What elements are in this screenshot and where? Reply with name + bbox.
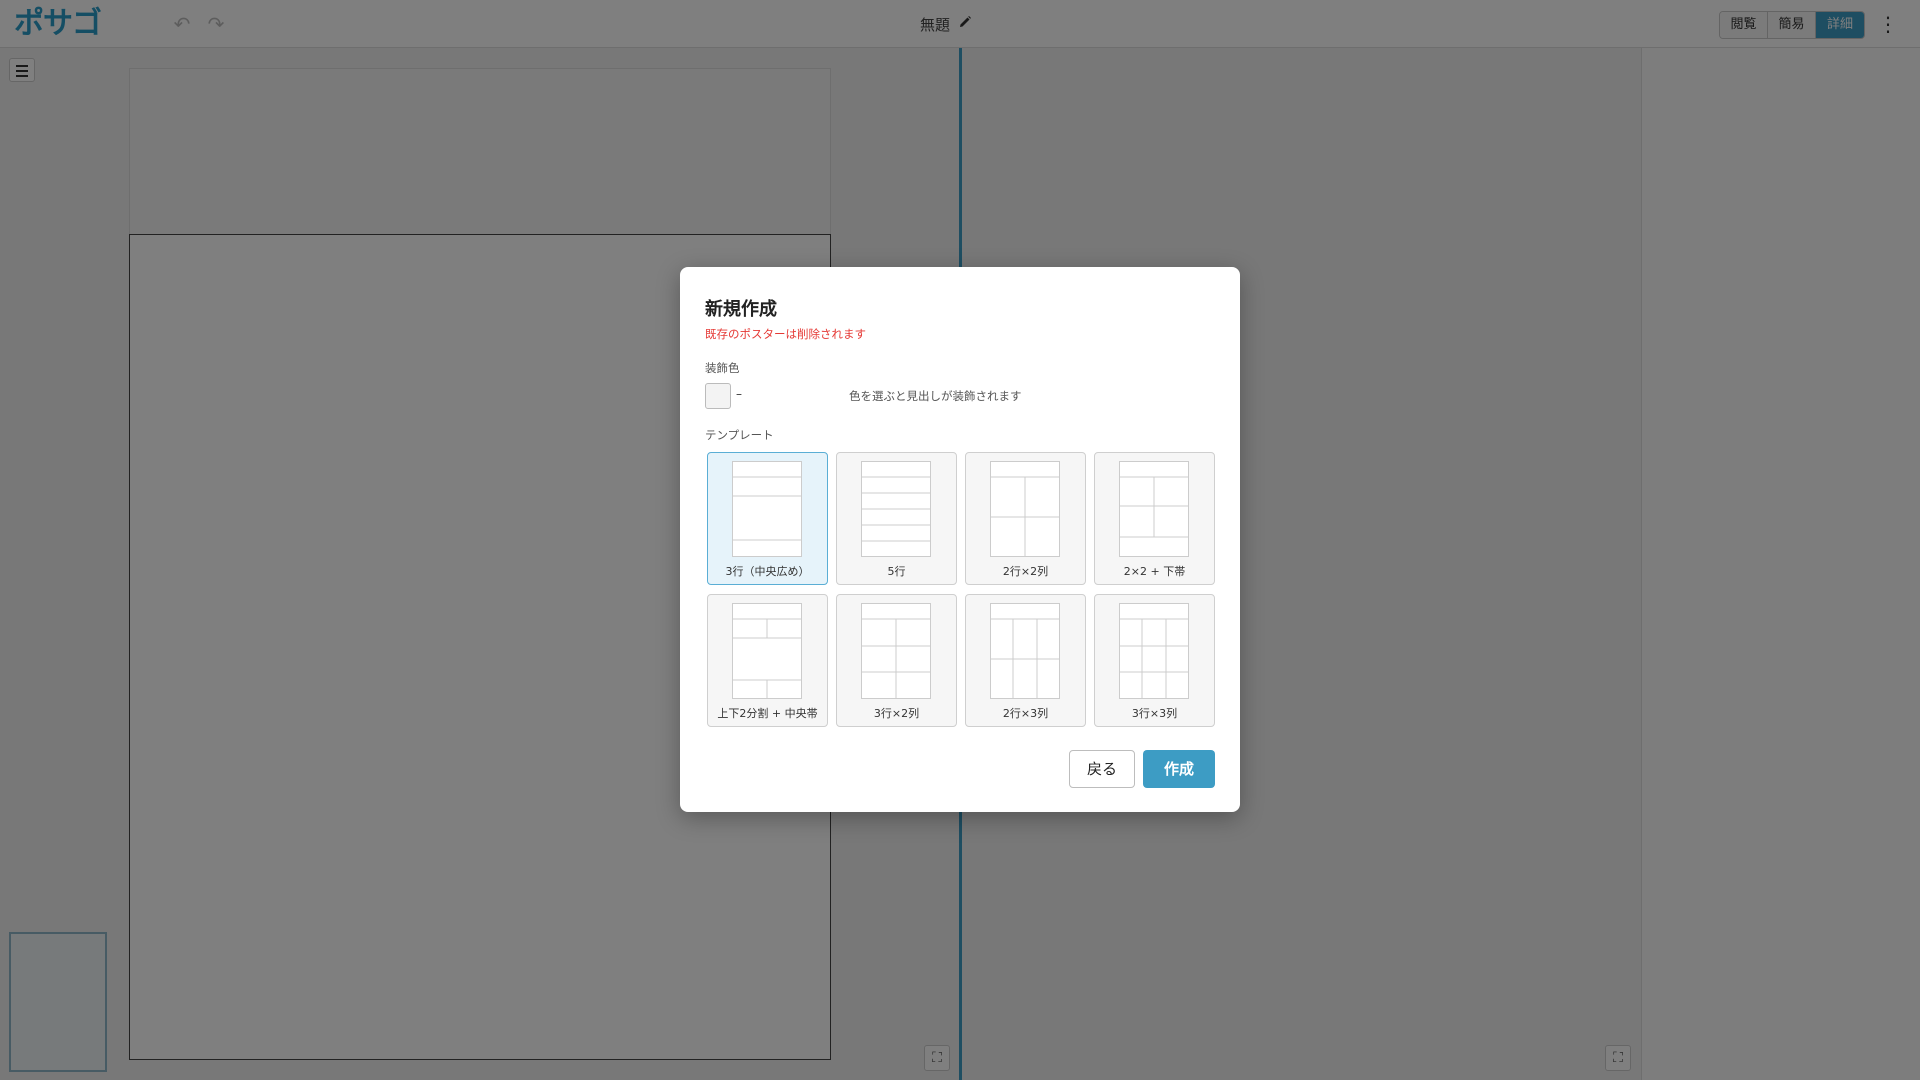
color-value: – xyxy=(736,387,742,401)
color-hint: 色を選ぶと見出しが装飾されます xyxy=(849,389,1022,403)
template-preview xyxy=(861,461,931,557)
template-5rows[interactable]: 5行 xyxy=(836,452,957,585)
template-2rows-2cols[interactable]: 2行×2列 xyxy=(965,452,1086,585)
new-poster-dialog: 新規作成 既存のポスターは削除されます 装飾色 – 色を選ぶと見出しが装飾されま… xyxy=(680,267,1240,812)
template-3rows-3cols[interactable]: 3行×3列 xyxy=(1094,594,1215,727)
template-preview xyxy=(1119,603,1189,699)
template-2rows-3cols[interactable]: 2行×3列 xyxy=(965,594,1086,727)
template-label: 上下2分割 + 中央帯 xyxy=(717,707,818,720)
template-label: 3行×3列 xyxy=(1131,707,1178,720)
template-preview xyxy=(990,603,1060,699)
create-button[interactable]: 作成 xyxy=(1143,750,1215,788)
template-preview xyxy=(732,603,802,699)
template-label: 2行×3列 xyxy=(1002,707,1049,720)
template-section-label: テンプレート xyxy=(705,428,774,442)
template-label: 2×2 + 下帯 xyxy=(1123,565,1186,578)
template-preview xyxy=(861,603,931,699)
back-button[interactable]: 戻る xyxy=(1069,750,1135,788)
template-label: 2行×2列 xyxy=(1002,565,1049,578)
template-3rows-center-wide[interactable]: 3行（中央広め） xyxy=(707,452,828,585)
template-preview xyxy=(732,461,802,557)
dialog-title: 新規作成 xyxy=(705,299,777,320)
template-2x2-bottom-band[interactable]: 2×2 + 下帯 xyxy=(1094,452,1215,585)
template-preview xyxy=(1119,461,1189,557)
template-label: 3行×2列 xyxy=(873,707,920,720)
template-label: 3行（中央広め） xyxy=(725,565,810,578)
template-split-center-band[interactable]: 上下2分割 + 中央帯 xyxy=(707,594,828,727)
color-section-label: 装飾色 xyxy=(705,361,740,375)
template-label: 5行 xyxy=(887,565,906,578)
template-preview xyxy=(990,461,1060,557)
dialog-warning: 既存のポスターは削除されます xyxy=(705,327,866,341)
template-3rows-2cols[interactable]: 3行×2列 xyxy=(836,594,957,727)
color-swatch-button[interactable] xyxy=(705,383,731,409)
